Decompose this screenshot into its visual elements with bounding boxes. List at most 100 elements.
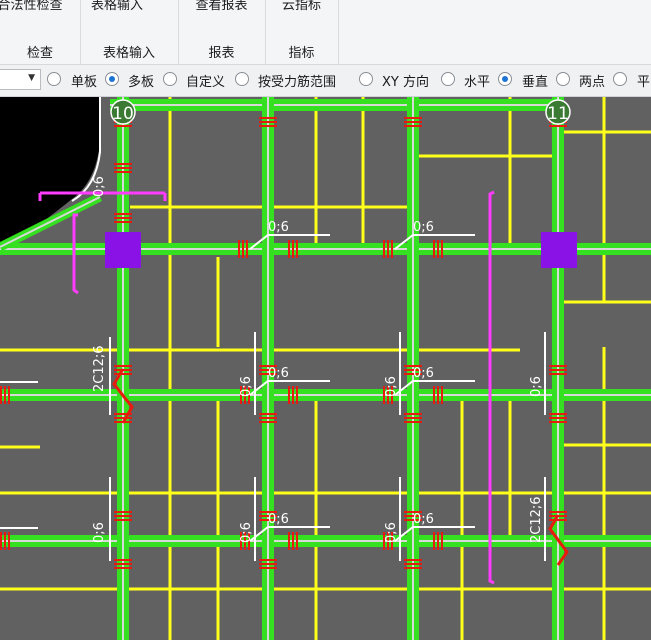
rebar-end-mark [404, 413, 422, 415]
rebar-end-mark [292, 240, 294, 258]
rebar-label-vertical: 2C12;6 [92, 345, 107, 392]
rebar-end-mark [292, 532, 294, 550]
rebar-end-mark [549, 417, 567, 419]
rebar-end-mark [404, 125, 422, 127]
radio-label-custom[interactable]: 自定义 [186, 71, 225, 90]
rebar-end-mark [259, 417, 277, 419]
rebar-end-mark [437, 386, 439, 404]
rebar-label: 0;6 [413, 366, 434, 381]
rebar-end-mark [259, 421, 277, 423]
rebar-end-mark [288, 532, 290, 550]
ribbon-group-label-check: 检查 [26, 46, 53, 61]
rebar-end-mark [259, 559, 277, 561]
rebar-end-mark [114, 213, 132, 215]
rebar-end-mark [549, 365, 567, 367]
radio-vertical[interactable] [498, 72, 512, 86]
radio-label-two-points[interactable]: 两点 [579, 71, 605, 90]
rebar-label-vertical: 0;6 [239, 522, 254, 543]
rebar-end-mark [441, 240, 443, 258]
ribbon-toolbar: 合法性检查 检查 表格输入 表格输入 查看报表 报表 云指标 指标 [0, 0, 651, 65]
radio-xy-direction[interactable] [359, 72, 373, 86]
rebar-end-mark [114, 559, 132, 561]
rebar-end-mark [4, 532, 6, 550]
table-input-button[interactable]: 表格输入 [74, 0, 160, 13]
rebar-end-mark [549, 413, 567, 415]
radio-custom[interactable] [163, 72, 177, 86]
ribbon-group-label-report: 报表 [208, 46, 235, 61]
radio-label-horizontal[interactable]: 水平 [464, 71, 490, 90]
rebar-end-mark [259, 125, 277, 127]
radio-label-by-rebar-range[interactable]: 按受力筋范围 [258, 71, 336, 90]
rebar-end-mark [114, 417, 132, 419]
rebar-end-mark [288, 386, 290, 404]
rebar-end-mark [288, 240, 290, 258]
layout-options-bar: ▼ 单板 多板 自定义 按受力筋范围 XY 方向 水平 垂直 两点 平 [0, 65, 651, 97]
radio-horizontal[interactable] [441, 72, 455, 86]
radio-label-parallel[interactable]: 平 [637, 71, 650, 90]
radio-parallel[interactable] [613, 72, 627, 86]
rebar-label-vertical: 0;6 [384, 522, 399, 543]
rebar-end-mark [114, 167, 132, 169]
rebar-end-mark [242, 240, 244, 258]
rebar-end-mark [114, 365, 132, 367]
rebar-end-mark [259, 563, 277, 565]
rebar-end-mark [437, 532, 439, 550]
rebar-end-mark [259, 121, 277, 123]
rebar-end-mark [114, 515, 132, 517]
rebar-end-mark [259, 567, 277, 569]
rebar-end-mark [404, 117, 422, 119]
rebar-end-mark [114, 511, 132, 513]
rebar-end-mark [296, 532, 298, 550]
rebar-end-mark [114, 369, 132, 371]
axis-label-11: 11 [547, 104, 569, 124]
rebar-end-mark [404, 567, 422, 569]
rebar-end-mark [238, 240, 240, 258]
rebar-end-mark [292, 386, 294, 404]
rebar-label-vertical: 0;6 [92, 522, 107, 543]
rebar-end-mark [404, 421, 422, 423]
rebar-end-mark [549, 125, 567, 127]
axis-label-10: 10 [112, 104, 134, 124]
rebar-end-mark [549, 373, 567, 375]
column-11[interactable] [541, 232, 577, 268]
view-report-button[interactable]: 查看报表 [178, 0, 265, 13]
rebar-end-mark [549, 519, 567, 521]
rebar-end-mark [383, 240, 385, 258]
ribbon-group-label-table-input: 表格输入 [102, 46, 155, 61]
rebar-end-mark [391, 240, 393, 258]
rebar-end-mark [437, 240, 439, 258]
rebar-label-vertical: 2C12;6 [529, 496, 544, 543]
rebar-end-mark [246, 240, 248, 258]
cloud-index-button[interactable]: 云指标 [265, 0, 338, 13]
rebar-end-mark [0, 532, 2, 550]
legality-check-button[interactable]: 合法性检查 [0, 0, 80, 13]
rebar-end-mark [404, 563, 422, 565]
radio-multi-slab[interactable] [105, 72, 119, 86]
drawing-canvas[interactable]: 0;6 0;6 0;6 0;6 0;6 0;6 0;6 2C12;6 0;6 0;6 0;6 0;6 0… [0, 97, 651, 640]
radio-label-single-slab[interactable]: 单板 [71, 71, 97, 90]
mode-combobox[interactable]: ▼ [0, 69, 41, 90]
rebar-label-vertical: 0;6 [384, 376, 399, 397]
radio-single-slab[interactable] [47, 72, 61, 86]
column-10[interactable] [105, 232, 141, 268]
rebar-end-mark [387, 240, 389, 258]
rebar-end-mark [114, 217, 132, 219]
radio-label-xy-direction[interactable]: XY 方向 [382, 71, 429, 90]
rebar-drawing[interactable]: 0;6 0;6 0;6 0;6 0;6 0;6 0;6 2C12;6 0;6 0;6 0;6 0;6 0… [0, 97, 651, 640]
rebar-end-mark [114, 413, 132, 415]
rebar-end-mark [296, 240, 298, 258]
ribbon-group-label-index: 指标 [288, 46, 315, 61]
rebar-end-mark [441, 386, 443, 404]
radio-two-points[interactable] [556, 72, 570, 86]
radio-label-vertical[interactable]: 垂直 [522, 71, 548, 90]
radio-by-rebar-range[interactable] [235, 72, 249, 86]
chevron-down-icon[interactable]: ▼ [28, 73, 35, 83]
rebar-end-mark [549, 421, 567, 423]
rebar-end-mark [433, 240, 435, 258]
rebar-end-mark [404, 559, 422, 561]
rebar-end-mark [404, 417, 422, 419]
rebar-end-mark [259, 413, 277, 415]
rebar-end-mark [259, 117, 277, 119]
radio-label-multi-slab[interactable]: 多板 [128, 71, 154, 90]
rebar-end-mark [549, 369, 567, 371]
